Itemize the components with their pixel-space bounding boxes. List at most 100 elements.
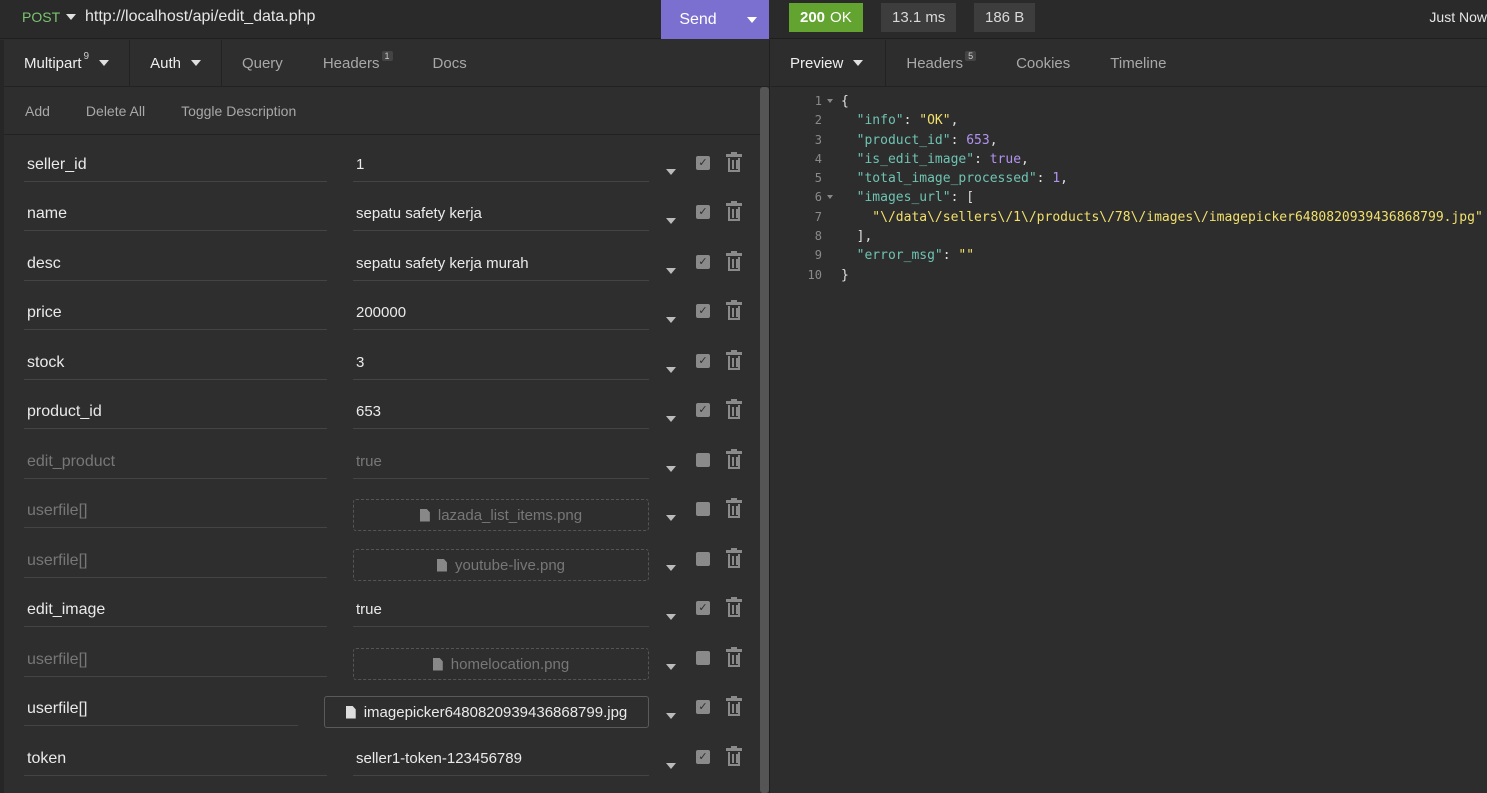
param-type-dropdown[interactable] (666, 459, 676, 477)
trash-icon[interactable] (726, 350, 742, 370)
response-tabs: Preview Headers 5 Cookies Timeline (771, 40, 1487, 87)
trash-icon[interactable] (726, 300, 742, 320)
param-name-input[interactable]: edit_image (24, 595, 327, 627)
param-enabled-checkbox[interactable]: ✓ (696, 304, 710, 318)
param-row: edit_product true (4, 433, 760, 483)
param-name-input[interactable]: desc (24, 249, 327, 281)
param-row: seller_id 1 ✓ (4, 136, 760, 186)
headers-count-badge: 1 (381, 51, 393, 61)
param-type-dropdown[interactable] (666, 211, 676, 229)
chevron-down-icon (666, 317, 676, 323)
tab-label: Timeline (1110, 54, 1167, 72)
param-enabled-checkbox[interactable]: ✓ (696, 354, 710, 368)
line-number: 5 (814, 171, 822, 186)
param-name-input[interactable]: seller_id (24, 150, 327, 182)
param-value-input[interactable]: sepatu safety kerja murah (353, 249, 649, 281)
trash-icon[interactable] (726, 548, 742, 568)
param-value-input[interactable]: sepatu safety kerja (353, 199, 649, 231)
url-input[interactable]: http://localhost/api/edit_data.php (85, 8, 315, 26)
file-picker-button[interactable]: imagepicker6480820939436868799.jpg (324, 696, 649, 728)
param-enabled-checkbox[interactable]: ✓ (696, 255, 710, 269)
param-row: userfile[] lazada_list_items.png (4, 482, 760, 532)
param-value-input[interactable]: true (353, 447, 649, 479)
trash-icon[interactable] (726, 647, 742, 667)
response-time-badge: 13.1 ms (881, 3, 957, 32)
param-enabled-checkbox[interactable] (696, 552, 710, 566)
param-type-dropdown[interactable] (666, 607, 676, 625)
toggle-description-button[interactable]: Toggle Description (181, 103, 296, 119)
param-enabled-checkbox[interactable]: ✓ (696, 700, 710, 714)
param-enabled-checkbox[interactable] (696, 502, 710, 516)
param-name-input[interactable]: userfile[] (24, 694, 298, 726)
trash-icon[interactable] (726, 449, 742, 469)
file-picker-button[interactable]: lazada_list_items.png (353, 499, 649, 531)
tab-response-headers[interactable]: Headers 5 (886, 40, 996, 86)
trash-icon[interactable] (726, 746, 742, 766)
param-name-input[interactable]: product_id (24, 397, 327, 429)
delete-all-button[interactable]: Delete All (86, 103, 145, 119)
param-name-input[interactable]: name (24, 199, 327, 231)
param-enabled-checkbox[interactable] (696, 651, 710, 665)
scrollbar[interactable] (760, 87, 769, 793)
param-value-input[interactable]: 3 (353, 348, 649, 380)
param-enabled-checkbox[interactable]: ✓ (696, 156, 710, 170)
file-picker-button[interactable]: youtube-live.png (353, 549, 649, 581)
line-number: 8 (814, 229, 822, 244)
add-button[interactable]: Add (25, 103, 50, 119)
param-name-input[interactable]: userfile[] (24, 546, 327, 578)
param-enabled-checkbox[interactable]: ✓ (696, 601, 710, 615)
trash-icon[interactable] (726, 597, 742, 617)
file-picker-button[interactable]: homelocation.png (353, 648, 649, 680)
chevron-down-icon (666, 565, 676, 571)
trash-icon[interactable] (726, 696, 742, 716)
tab-cookies[interactable]: Cookies (996, 40, 1090, 86)
method-selector[interactable]: POST (22, 9, 77, 25)
param-name-input[interactable]: token (24, 744, 327, 776)
tab-timeline[interactable]: Timeline (1090, 40, 1186, 86)
param-type-dropdown[interactable] (666, 558, 676, 576)
param-type-dropdown[interactable] (666, 261, 676, 279)
send-button[interactable]: Send (661, 11, 735, 29)
tab-headers[interactable]: Headers 1 (303, 40, 413, 86)
send-options-button[interactable] (735, 0, 769, 39)
param-value-input[interactable]: 1 (353, 150, 649, 182)
param-type-dropdown[interactable] (666, 360, 676, 378)
param-type-dropdown[interactable] (666, 657, 676, 675)
trash-icon[interactable] (726, 399, 742, 419)
code-text: "error_msg": "" (856, 248, 975, 264)
param-type-dropdown[interactable] (666, 162, 676, 180)
param-name-input[interactable]: edit_product (24, 447, 327, 479)
param-type-dropdown[interactable] (666, 706, 676, 724)
fold-toggle-icon[interactable] (827, 195, 833, 200)
chevron-down-icon (666, 664, 676, 670)
fold-toggle-icon[interactable] (827, 99, 833, 103)
param-name-input[interactable]: userfile[] (24, 645, 327, 677)
param-type-dropdown[interactable] (666, 756, 676, 774)
chevron-down-icon (666, 515, 676, 521)
param-enabled-checkbox[interactable]: ✓ (696, 403, 710, 417)
param-name-input[interactable]: price (24, 298, 327, 330)
param-value-input[interactable]: seller1-token-123456789 (353, 744, 649, 776)
param-name-input[interactable]: stock (24, 348, 327, 380)
trash-icon[interactable] (726, 201, 742, 221)
param-type-dropdown[interactable] (666, 508, 676, 526)
param-name-input[interactable]: userfile[] (24, 496, 327, 528)
chevron-down-icon (747, 16, 757, 23)
param-value-input[interactable]: 200000 (353, 298, 649, 330)
tab-docs[interactable]: Docs (413, 40, 487, 86)
param-enabled-checkbox[interactable] (696, 453, 710, 467)
param-value-input[interactable]: true (353, 595, 649, 627)
param-type-dropdown[interactable] (666, 409, 676, 427)
param-enabled-checkbox[interactable]: ✓ (696, 750, 710, 764)
trash-icon[interactable] (726, 251, 742, 271)
tab-multipart[interactable]: Multipart 9 (4, 40, 131, 86)
tab-query[interactable]: Query (222, 40, 303, 86)
tab-auth[interactable]: Auth (130, 40, 222, 86)
param-enabled-checkbox[interactable]: ✓ (696, 205, 710, 219)
response-timestamp[interactable]: Just Now (1429, 9, 1487, 25)
param-value-input[interactable]: 653 (353, 397, 649, 429)
tab-preview[interactable]: Preview (771, 40, 887, 86)
trash-icon[interactable] (726, 498, 742, 518)
param-type-dropdown[interactable] (666, 310, 676, 328)
trash-icon[interactable] (726, 152, 742, 172)
